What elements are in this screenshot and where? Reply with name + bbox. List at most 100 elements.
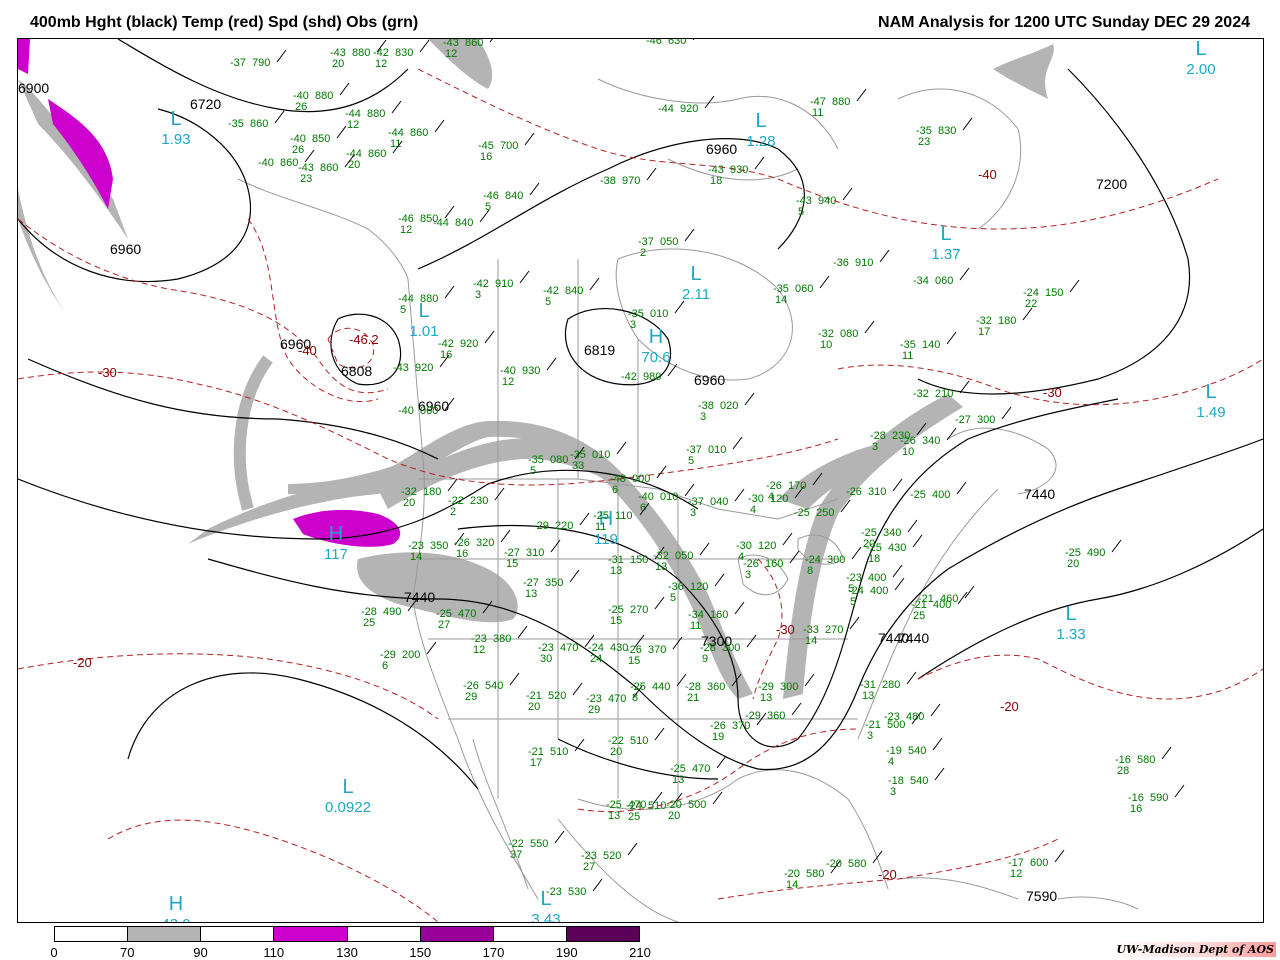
obs-height: 910 <box>495 278 513 290</box>
wind-barb <box>754 156 765 170</box>
wind-barb <box>782 532 793 546</box>
obs-dewpoint: 4 <box>768 491 774 503</box>
height-label: 6900 <box>18 80 49 96</box>
wind-barb <box>732 436 743 450</box>
obs-dewpoint: 15 <box>506 558 518 570</box>
hgt-6960-mid <box>27 358 439 460</box>
wind-barb <box>932 737 943 751</box>
wind-barb <box>494 487 505 501</box>
obs-dewpoint: 17 <box>978 326 990 338</box>
wind-barb <box>864 320 875 334</box>
center-letter: L <box>1205 381 1216 403</box>
obs-dewpoint: 3 <box>745 569 751 581</box>
obs-dewpoint: 3 <box>700 411 706 423</box>
obs-temperature: -26 <box>846 486 862 498</box>
obs-dewpoint: 8 <box>632 692 638 704</box>
obs-height: 300 <box>780 681 798 693</box>
wind-barb <box>1001 406 1012 420</box>
obs-dewpoint: 21 <box>687 692 699 704</box>
obs-height: 300 <box>827 554 845 566</box>
obs-dewpoint: 16 <box>480 151 492 163</box>
obs-dewpoint: 12 <box>347 119 359 131</box>
obs-height: 880 <box>315 90 333 102</box>
obs-temperature: -34 <box>913 275 929 287</box>
obs-dewpoint: 25 <box>363 617 375 629</box>
obs-height: 830 <box>938 125 956 137</box>
wind-barb <box>879 249 890 263</box>
wind-barb <box>500 529 511 543</box>
wind-barb <box>509 672 520 686</box>
obs-height: 520 <box>603 850 621 862</box>
obs-height: 840 <box>565 285 583 297</box>
obs-height: 980 <box>643 371 661 383</box>
obs-height: 010 <box>650 308 668 320</box>
obs-height: 510 <box>648 800 666 812</box>
wind-barb <box>744 392 755 406</box>
obs-dewpoint: 20 <box>1067 558 1079 570</box>
wind-barb <box>714 573 725 587</box>
obs-height: 510 <box>550 746 568 758</box>
wind-barb <box>489 39 493 43</box>
obs-height: 430 <box>888 542 906 554</box>
obs-dewpoint: 26 <box>295 101 307 113</box>
center-value: 1.49 <box>1196 404 1225 421</box>
obs-temperature: -44 <box>433 217 449 229</box>
center-letter: H <box>169 893 183 915</box>
wind-barb <box>791 702 802 716</box>
obs-height: 120 <box>758 540 776 552</box>
obs-height: 860 <box>368 148 386 160</box>
temperature-label: -30 <box>776 622 795 637</box>
obs-height: 880 <box>352 47 370 59</box>
wind-barb <box>906 671 917 685</box>
obs-dewpoint: 12 <box>375 58 387 70</box>
temp-m30-arc <box>107 819 439 922</box>
wind-barb <box>699 542 710 556</box>
chart-title: 400mb Hght (black) Temp (red) Spd (shd) … <box>30 14 419 31</box>
obs-height: 180 <box>423 486 441 498</box>
wind-barb <box>674 300 685 314</box>
height-label: 7440 <box>1024 486 1055 502</box>
obs-height: 600 <box>1030 857 1048 869</box>
wind-barb <box>419 39 430 53</box>
obs-temperature: -20 <box>826 858 842 870</box>
wind-barb <box>892 564 903 578</box>
center-value: 117 <box>324 546 348 563</box>
obs-dewpoint: 5 <box>400 304 406 316</box>
obs-dewpoint: 2 <box>450 506 456 518</box>
wind-barb <box>684 483 695 497</box>
obs-dewpoint: 12 <box>1010 868 1022 880</box>
obs-temperature: -36 <box>833 257 849 269</box>
temp-m40-a <box>18 218 389 394</box>
wind-barb <box>946 427 957 441</box>
legend-tick-label: 170 <box>482 945 505 960</box>
center-value: 1.28 <box>746 133 775 150</box>
center-letter: H <box>329 523 343 545</box>
obs-dewpoint: 33 <box>572 460 584 472</box>
temperature-label: -30 <box>98 365 117 380</box>
obs-height: 230 <box>470 495 488 507</box>
cuba <box>897 877 1019 900</box>
wind-barb <box>569 569 580 583</box>
map-canvas: 6720696069606960696069607200744074407440… <box>18 39 1263 922</box>
obs-height: 300 <box>722 642 740 654</box>
obs-dewpoint: 37 <box>510 849 522 861</box>
obs-dewpoint: 10 <box>902 446 914 458</box>
obs-height: 400 <box>868 572 886 584</box>
legend-swatch <box>493 927 567 941</box>
obs-dewpoint: 25 <box>913 610 925 622</box>
obs-height: 220 <box>555 520 573 532</box>
obs-dewpoint: 12 <box>400 224 412 236</box>
coast-east <box>857 488 999 740</box>
wind-barb <box>654 727 665 741</box>
center-letter: H <box>649 326 663 348</box>
obs-height: 520 <box>548 690 566 702</box>
wind-barb <box>934 767 945 781</box>
obs-height: 160 <box>710 609 728 621</box>
obs-dewpoint: 30 <box>540 653 552 665</box>
wind-barb <box>529 182 540 196</box>
obs-dewpoint: 12 <box>445 48 457 60</box>
obs-height: 510 <box>630 735 648 747</box>
temperature-label: -20 <box>73 655 92 670</box>
obs-height: 910 <box>855 257 873 269</box>
obs-temperature: -38 <box>600 175 616 187</box>
